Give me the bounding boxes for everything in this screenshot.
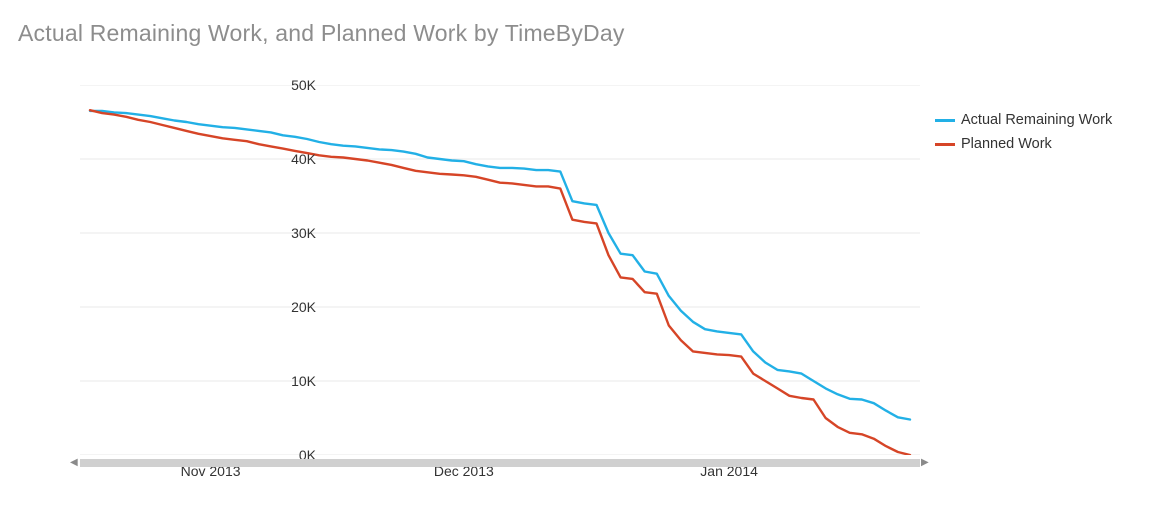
legend-label: Actual Remaining Work (961, 112, 1112, 128)
legend-item-planned: Planned Work (935, 132, 1112, 156)
legend-swatch-planned (935, 143, 955, 146)
plot-area (80, 85, 920, 455)
legend: Actual Remaining Work Planned Work (935, 108, 1112, 156)
y-tick-label: 20K (256, 299, 316, 315)
scroll-left-arrow-icon[interactable]: ◀ (70, 458, 80, 468)
legend-swatch-actual (935, 119, 955, 122)
chart-title: Actual Remaining Work, and Planned Work … (18, 20, 625, 47)
y-tick-label: 50K (256, 77, 316, 93)
chart-container: Actual Remaining Work, and Planned Work … (0, 0, 1164, 530)
y-tick-label: 10K (256, 373, 316, 389)
legend-label: Planned Work (961, 136, 1052, 152)
legend-item-actual: Actual Remaining Work (935, 108, 1112, 132)
scroll-right-arrow-icon[interactable]: ▶ (921, 458, 931, 468)
y-tick-label: 40K (256, 151, 316, 167)
y-tick-label: 30K (256, 225, 316, 241)
x-scroll-track[interactable] (80, 459, 920, 467)
